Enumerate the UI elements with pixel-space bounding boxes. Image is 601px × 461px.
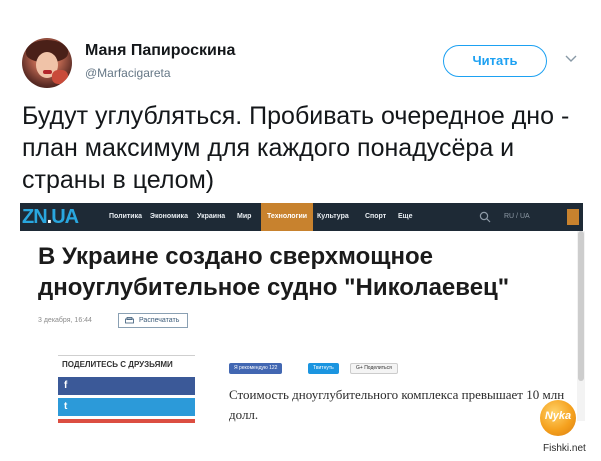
share-divider [58,355,195,356]
author-name[interactable]: Маня Папироскина [85,42,235,60]
nyka-badge-logo: Nyka [540,400,576,436]
chevron-down-icon[interactable] [565,52,577,64]
nav-item-culture[interactable]: Культура [317,203,349,231]
site-navbar: ZN.UA Политика Экономика Украина Мир Тех… [20,203,583,231]
language-switch[interactable]: RU / UA [504,203,530,231]
site-logo[interactable]: ZN.UA [22,203,79,231]
tweet-button[interactable]: Твитнуть [308,363,339,374]
search-icon[interactable] [479,211,491,223]
print-button[interactable]: Распечатать [118,313,189,328]
nav-item-more[interactable]: Еще [398,203,412,231]
article-headline: В Украине создано сверхмощное дноуглубит… [38,243,510,301]
avatar-lips [43,70,52,74]
share-twitter-button[interactable]: t [58,398,195,416]
facebook-icon: f [64,380,68,391]
scrollbar-thumb[interactable] [578,231,584,381]
article-lead: Стоимость дноуглубительного комплекса пр… [229,387,565,422]
tweet-text: Будут углубляться. Пробивать очередное д… [22,102,570,194]
nav-item-technology[interactable]: Технологии [261,203,314,231]
share-googleplus-button[interactable] [58,419,195,423]
author-handle[interactable]: @Marfacigareta [85,66,171,80]
nav-item-world[interactable]: Мир [237,203,251,231]
nav-item-ukraine[interactable]: Украина [197,203,225,231]
badge-text: Nyka [544,410,572,422]
googleplus-share-button[interactable]: G+ Поделиться [350,363,398,374]
nav-item-politics[interactable]: Политика [109,203,142,231]
attached-screenshot[interactable]: ZN.UA Политика Экономика Украина Мир Тех… [20,203,583,423]
share-title: ПОДЕЛИТЕСЬ С ДРУЗЬЯМИ [62,360,173,369]
logo-ua: UA [51,206,79,228]
printer-icon [125,317,134,324]
watermark: Fishki.net [543,443,586,454]
nav-item-sport[interactable]: Спорт [365,203,386,231]
facebook-recommend-button[interactable]: Я рекомендую 122 [229,363,283,374]
share-facebook-button[interactable]: f [58,377,195,395]
author-avatar[interactable] [22,38,72,88]
article-date: 3 декабря, 16:44 [38,317,92,324]
nav-item-economy[interactable]: Экономика [150,203,188,231]
tweet-card: Маня Папироскина @Marfacigareta Читать Б… [0,0,601,461]
follow-button[interactable]: Читать [443,45,547,77]
logo-main: ZN [22,206,48,228]
print-label: Распечатать [139,317,180,324]
avatar-hand [52,70,68,84]
menu-button[interactable] [567,209,579,225]
twitter-icon: t [64,401,68,412]
